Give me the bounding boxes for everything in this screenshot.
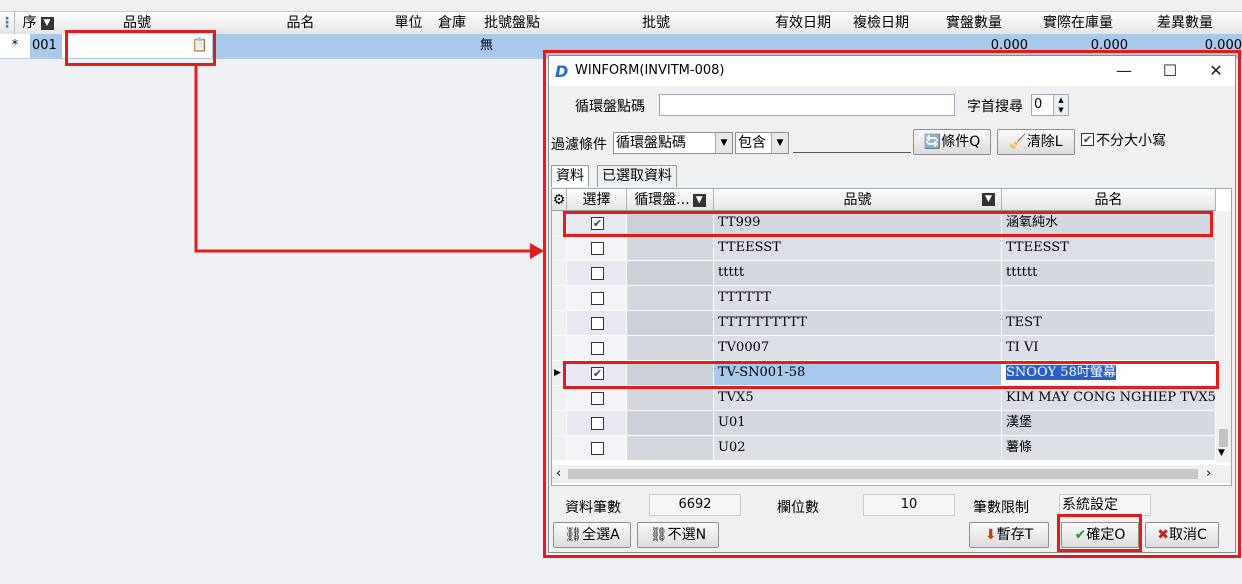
highlight-row-tt999 — [563, 211, 1213, 237]
highlight-dialog — [543, 50, 1241, 558]
highlight-confirm-button — [1057, 514, 1142, 552]
highlight-row-tv-sn001 — [563, 361, 1219, 389]
